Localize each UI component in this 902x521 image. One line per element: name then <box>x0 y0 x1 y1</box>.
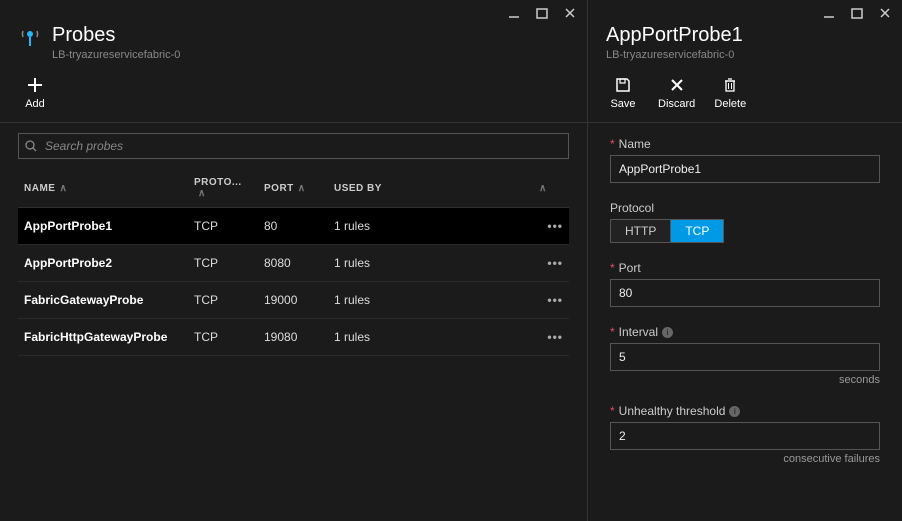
field-interval: *Intervali seconds <box>610 325 880 386</box>
row-actions-button[interactable]: ••• <box>529 208 569 245</box>
discard-button[interactable]: Discard <box>658 75 695 110</box>
toolbar-left: Add <box>0 69 587 122</box>
sort-icon: ∧ <box>298 183 306 194</box>
trash-icon <box>723 75 737 95</box>
window-controls-left <box>0 0 587 20</box>
table-row[interactable]: AppPortProbe2TCP80801 rules••• <box>18 245 569 282</box>
col-actions: ∧ <box>529 169 569 208</box>
cell-usedby: 1 rules <box>328 208 529 245</box>
maximize-icon[interactable] <box>535 6 549 20</box>
cell-protocol: TCP <box>188 282 258 319</box>
save-icon <box>615 75 631 95</box>
cell-usedby: 1 rules <box>328 319 529 356</box>
divider <box>588 122 902 123</box>
discard-label: Discard <box>658 98 695 110</box>
field-protocol: Protocol HTTP TCP <box>610 201 880 243</box>
cell-name: FabricHttpGatewayProbe <box>18 319 188 356</box>
cell-name: AppPortProbe1 <box>18 208 188 245</box>
field-threshold: *Unhealthy thresholdi consecutive failur… <box>610 404 880 465</box>
cell-protocol: TCP <box>188 245 258 282</box>
cell-port: 80 <box>258 208 328 245</box>
cell-port: 19000 <box>258 282 328 319</box>
threshold-help: consecutive failures <box>610 453 880 465</box>
col-usedby[interactable]: USED BY <box>328 169 529 208</box>
cell-protocol: TCP <box>188 208 258 245</box>
form: *Name Protocol HTTP TCP *Port *Intervali… <box>588 133 902 493</box>
interval-label: Interval <box>619 325 658 339</box>
protocol-label: Protocol <box>610 201 654 215</box>
col-port[interactable]: PORT∧ <box>258 169 328 208</box>
discard-icon <box>670 75 684 95</box>
search-icon <box>25 140 37 152</box>
probe-icon <box>18 24 52 48</box>
row-actions-button[interactable]: ••• <box>529 282 569 319</box>
threshold-label: Unhealthy threshold <box>619 404 726 418</box>
table-row[interactable]: FabricGatewayProbeTCP190001 rules••• <box>18 282 569 319</box>
sort-icon: ∧ <box>59 183 67 194</box>
port-input[interactable] <box>610 279 880 307</box>
interval-help: seconds <box>610 374 880 386</box>
cell-usedby: 1 rules <box>328 245 529 282</box>
cell-name: AppPortProbe2 <box>18 245 188 282</box>
sort-icon: ∧ <box>539 183 547 194</box>
protocol-option-tcp[interactable]: TCP <box>671 220 723 242</box>
blade-subtitle: LB-tryazureservicefabric-0 <box>52 49 180 61</box>
protocol-toggle: HTTP TCP <box>610 219 724 243</box>
cell-port: 19080 <box>258 319 328 356</box>
toolbar-right: Save Discard Delete <box>588 69 902 122</box>
field-port: *Port <box>610 261 880 307</box>
blade-title: Probes <box>52 24 180 47</box>
field-name: *Name <box>610 137 880 183</box>
table-row[interactable]: AppPortProbe1TCP801 rules••• <box>18 208 569 245</box>
window-controls-right <box>588 0 902 20</box>
sort-icon: ∧ <box>198 188 206 199</box>
search-probes <box>18 133 569 159</box>
plus-icon <box>27 75 43 95</box>
info-icon[interactable]: i <box>729 406 740 417</box>
blade-header: AppPortProbe1 LB-tryazureservicefabric-0 <box>588 20 902 69</box>
detail-title: AppPortProbe1 <box>606 24 743 47</box>
name-label: Name <box>619 137 651 151</box>
protocol-option-http[interactable]: HTTP <box>611 220 671 242</box>
save-label: Save <box>610 98 635 110</box>
delete-button[interactable]: Delete <box>713 75 747 110</box>
row-actions-button[interactable]: ••• <box>529 319 569 356</box>
add-button[interactable]: Add <box>18 75 52 110</box>
row-actions-button[interactable]: ••• <box>529 245 569 282</box>
delete-label: Delete <box>714 98 746 110</box>
port-label: Port <box>619 261 641 275</box>
probes-table: NAME∧ PROTO...∧ PORT∧ USED BY ∧ AppPortP… <box>18 169 569 356</box>
probe-detail-blade: AppPortProbe1 LB-tryazureservicefabric-0… <box>588 0 902 521</box>
search-input[interactable] <box>18 133 569 159</box>
cell-port: 8080 <box>258 245 328 282</box>
name-input[interactable] <box>610 155 880 183</box>
cell-name: FabricGatewayProbe <box>18 282 188 319</box>
cell-protocol: TCP <box>188 319 258 356</box>
divider <box>0 122 587 123</box>
col-name[interactable]: NAME∧ <box>18 169 188 208</box>
close-icon[interactable] <box>878 6 892 20</box>
col-protocol[interactable]: PROTO...∧ <box>188 169 258 208</box>
threshold-input[interactable] <box>610 422 880 450</box>
table-row[interactable]: FabricHttpGatewayProbeTCP190801 rules••• <box>18 319 569 356</box>
probes-list-blade: Probes LB-tryazureservicefabric-0 Add NA… <box>0 0 588 521</box>
cell-usedby: 1 rules <box>328 282 529 319</box>
blade-header: Probes LB-tryazureservicefabric-0 <box>0 20 587 69</box>
minimize-icon[interactable] <box>822 6 836 20</box>
save-button[interactable]: Save <box>606 75 640 110</box>
add-label: Add <box>25 98 45 110</box>
close-icon[interactable] <box>563 6 577 20</box>
maximize-icon[interactable] <box>850 6 864 20</box>
info-icon[interactable]: i <box>662 327 673 338</box>
interval-input[interactable] <box>610 343 880 371</box>
minimize-icon[interactable] <box>507 6 521 20</box>
detail-subtitle: LB-tryazureservicefabric-0 <box>606 49 743 61</box>
